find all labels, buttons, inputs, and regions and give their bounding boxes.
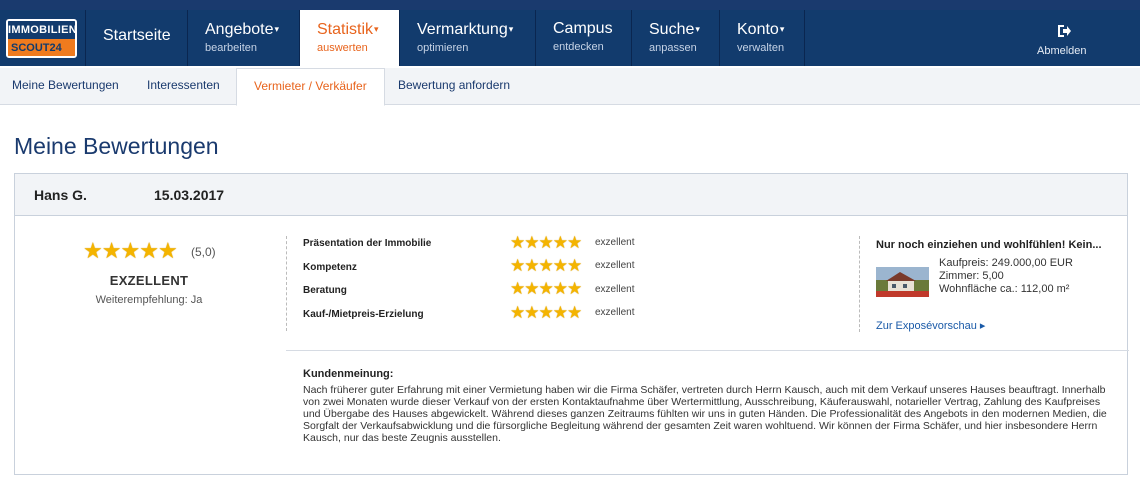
logout-icon <box>1058 25 1071 37</box>
sub-navigation: Meine Bewertungen Interessenten Vermiete… <box>0 68 1140 106</box>
subtab-meine-bewertungen[interactable]: Meine Bewertungen <box>12 68 119 105</box>
star-icon: ★ <box>552 279 568 298</box>
nav-vermarktung[interactable]: Vermarktung▾ optimieren <box>399 10 535 66</box>
logout-label: Abmelden <box>1037 45 1087 57</box>
nav-angebote[interactable]: Angebote▾ bearbeiten <box>187 10 299 66</box>
criterion-rating-word: exzellent <box>595 307 635 318</box>
star-icon: ★ <box>524 233 540 252</box>
overall-rating-label: EXZELLENT <box>109 273 189 288</box>
divider-horizontal <box>286 350 1129 351</box>
nav-vermarktung-sub: optimieren <box>417 42 469 54</box>
star-icon: ★ <box>524 256 540 275</box>
star-icon: ★ <box>101 238 122 263</box>
opinion-label: Kundenmeinung: <box>303 368 394 380</box>
opinion-text: Nach früherer guter Erfahrung mit einer … <box>303 384 1107 444</box>
subtab-bewertung-anfordern[interactable]: Bewertung anfordern <box>398 68 510 105</box>
nav-angebote-label: Angebote <box>205 21 274 38</box>
nav-statistik[interactable]: Statistik▾ auswerten <box>299 10 399 66</box>
review-date: 15.03.2017 <box>154 187 225 203</box>
star-icon: ★ <box>510 303 526 322</box>
nav-suche-sub: anpassen <box>649 42 697 54</box>
star-icon: ★ <box>538 256 554 275</box>
logout-button[interactable]: Abmelden <box>804 10 1140 66</box>
criterion-rating-word: exzellent <box>595 260 635 271</box>
nav-campus-label: Campus <box>553 20 613 37</box>
star-icon: ★ <box>524 279 540 298</box>
star-icon: ★ <box>157 238 178 263</box>
expose-area: Wohnfläche ca.: 112,00 m² <box>939 283 1070 295</box>
reviewer-name: Hans G. <box>34 187 87 203</box>
criterion-stars: ★★★★★ <box>510 233 583 253</box>
star-icon: ★ <box>538 233 554 252</box>
divider-vertical <box>286 236 287 331</box>
nav-suche-label: Suche <box>649 21 695 38</box>
logo-line2: SCOUT24 <box>8 39 75 56</box>
expose-details: Kaufpreis: 249.000,00 EUR Zimmer: 5,00 W… <box>939 257 1073 296</box>
property-thumbnail[interactable] <box>876 267 929 297</box>
star-icon: ★ <box>552 303 568 322</box>
star-icon: ★ <box>538 303 554 322</box>
chevron-down-icon: ▾ <box>374 24 379 34</box>
expose-preview-link[interactable]: Zur Exposévorschau ▸ <box>876 319 985 332</box>
nav-statistik-label: Statistik <box>317 21 374 38</box>
star-icon: ★ <box>510 233 526 252</box>
chevron-down-icon: ▾ <box>779 24 785 34</box>
page-title: Meine Bewertungen <box>14 133 219 159</box>
overall-rating-stars: ★★★★★ <box>83 238 178 263</box>
star-icon: ★ <box>524 303 540 322</box>
expose-price: Kaufpreis: 249.000,00 EUR <box>939 257 1073 269</box>
immobilienscout24-logo[interactable]: IMMOBILIEN SCOUT24 <box>6 19 77 58</box>
criterion-rating-word: exzellent <box>595 237 635 248</box>
criterion-stars: ★★★★★ <box>510 279 583 299</box>
star-icon: ★ <box>510 279 526 298</box>
nav-konto[interactable]: Konto▾ verwalten <box>719 10 804 66</box>
subtab-vermieter-verkaeufer[interactable]: Vermieter / Verkäufer <box>236 68 385 106</box>
star-icon: ★ <box>538 279 554 298</box>
recommendation: Weiterempfehlung: Ja <box>95 294 203 306</box>
criterion-label: Präsentation der Immobilie <box>303 238 432 249</box>
nav-campus[interactable]: Campus entdecken <box>535 10 631 66</box>
nav-konto-sub: verwalten <box>737 42 785 54</box>
nav-statistik-sub: auswerten <box>317 42 368 54</box>
star-icon: ★ <box>567 279 583 298</box>
nav-angebote-sub: bearbeiten <box>205 42 257 54</box>
review-card: Hans G. 15.03.2017 ★★★★★ (5,0) EXZELLENT… <box>14 173 1129 475</box>
star-icon: ★ <box>139 238 159 263</box>
expose-rooms: Zimmer: 5,00 <box>939 270 1004 282</box>
chevron-down-icon: ▾ <box>508 24 514 34</box>
chevron-down-icon: ▾ <box>695 24 700 34</box>
chevron-down-icon: ▾ <box>274 24 280 34</box>
star-icon: ★ <box>120 238 141 263</box>
nav-konto-label: Konto <box>737 21 779 38</box>
criterion-rating-word: exzellent <box>595 284 635 295</box>
nav-campus-sub: entdecken <box>553 41 604 53</box>
criterion-stars: ★★★★★ <box>510 256 583 276</box>
overall-score: (5,0) <box>191 245 216 259</box>
criterion-label: Kauf-/Mietpreis-Erzielung <box>303 309 424 320</box>
review-header: Hans G. 15.03.2017 <box>15 174 1127 216</box>
star-icon: ★ <box>83 238 103 263</box>
nav-vermarktung-label: Vermarktung <box>417 21 508 38</box>
top-navigation: IMMOBILIEN SCOUT24 Startseite Angebote▾ … <box>0 0 1140 66</box>
star-icon: ★ <box>567 256 583 275</box>
nav-startseite[interactable]: Startseite <box>85 10 187 66</box>
star-icon: ★ <box>552 256 568 275</box>
divider-vertical <box>859 236 860 332</box>
star-icon: ★ <box>510 256 526 275</box>
nav-suche[interactable]: Suche▾ anpassen <box>631 10 719 66</box>
criterion-label: Kompetenz <box>303 262 357 273</box>
star-icon: ★ <box>567 233 583 252</box>
expose-title[interactable]: Nur noch einziehen und wohlfühlen! Kein.… <box>876 239 1102 251</box>
subtab-interessenten[interactable]: Interessenten <box>147 68 220 105</box>
star-icon: ★ <box>552 233 568 252</box>
criterion-stars: ★★★★★ <box>510 303 583 323</box>
logo-line1: IMMOBILIEN <box>8 21 75 39</box>
star-icon: ★ <box>567 303 583 322</box>
nav-startseite-label: Startseite <box>103 27 171 44</box>
criterion-label: Beratung <box>303 285 347 296</box>
